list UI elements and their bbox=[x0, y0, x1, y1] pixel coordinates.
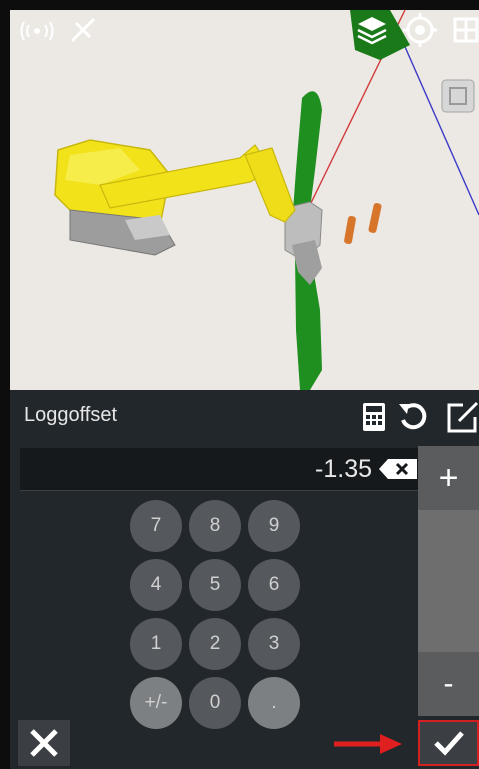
increment-button[interactable]: + bbox=[418, 446, 479, 510]
grid-menu-icon[interactable] bbox=[453, 16, 479, 48]
calculator-icon[interactable] bbox=[362, 402, 386, 436]
key-4[interactable]: 4 bbox=[130, 559, 182, 611]
key-5[interactable]: 5 bbox=[189, 559, 241, 611]
undo-icon[interactable] bbox=[396, 400, 430, 438]
layers-icon[interactable] bbox=[355, 14, 389, 52]
key-2[interactable]: 2 bbox=[189, 618, 241, 670]
offset-value: -1.35 bbox=[315, 455, 372, 483]
satellite-icon[interactable] bbox=[68, 15, 98, 49]
key-3[interactable]: 3 bbox=[248, 618, 300, 670]
close-icon bbox=[30, 729, 58, 757]
key-8[interactable]: 8 bbox=[189, 500, 241, 552]
red-arrow-icon bbox=[332, 732, 404, 760]
key-decimal[interactable]: . bbox=[248, 677, 300, 729]
target-icon[interactable] bbox=[402, 12, 438, 52]
key-0[interactable]: 0 bbox=[189, 677, 241, 729]
app-screen: Loggoffset -1.35 7 8 9 4 5 6 1 2 3 +/- 0… bbox=[0, 0, 479, 769]
check-icon bbox=[433, 731, 464, 756]
offset-value-field[interactable]: -1.35 bbox=[20, 448, 420, 491]
marker-right bbox=[368, 203, 382, 233]
key-9[interactable]: 9 bbox=[248, 500, 300, 552]
marker-left bbox=[344, 215, 356, 245]
key-6[interactable]: 6 bbox=[248, 559, 300, 611]
key-plus-minus[interactable]: +/- bbox=[130, 677, 182, 729]
view-toggle-button bbox=[441, 79, 475, 113]
decrement-button[interactable]: - bbox=[418, 652, 479, 716]
scene-svg bbox=[54, 10, 479, 390]
confirm-button[interactable] bbox=[418, 720, 479, 766]
3d-viewport[interactable] bbox=[10, 10, 479, 390]
open-external-icon[interactable] bbox=[445, 401, 479, 437]
cancel-button[interactable] bbox=[18, 720, 70, 766]
key-7[interactable]: 7 bbox=[130, 500, 182, 552]
excavator-stick bbox=[244, 147, 296, 223]
increment-column: + - bbox=[418, 446, 479, 716]
dialog-title: Loggoffset bbox=[24, 404, 118, 426]
key-1[interactable]: 1 bbox=[130, 618, 182, 670]
gps-signal-icon[interactable] bbox=[18, 18, 56, 48]
backspace-icon[interactable] bbox=[378, 458, 418, 484]
blue-guide-line bbox=[401, 39, 479, 216]
offset-input-panel: Loggoffset -1.35 7 8 9 4 5 6 1 2 3 +/- 0… bbox=[10, 390, 479, 769]
